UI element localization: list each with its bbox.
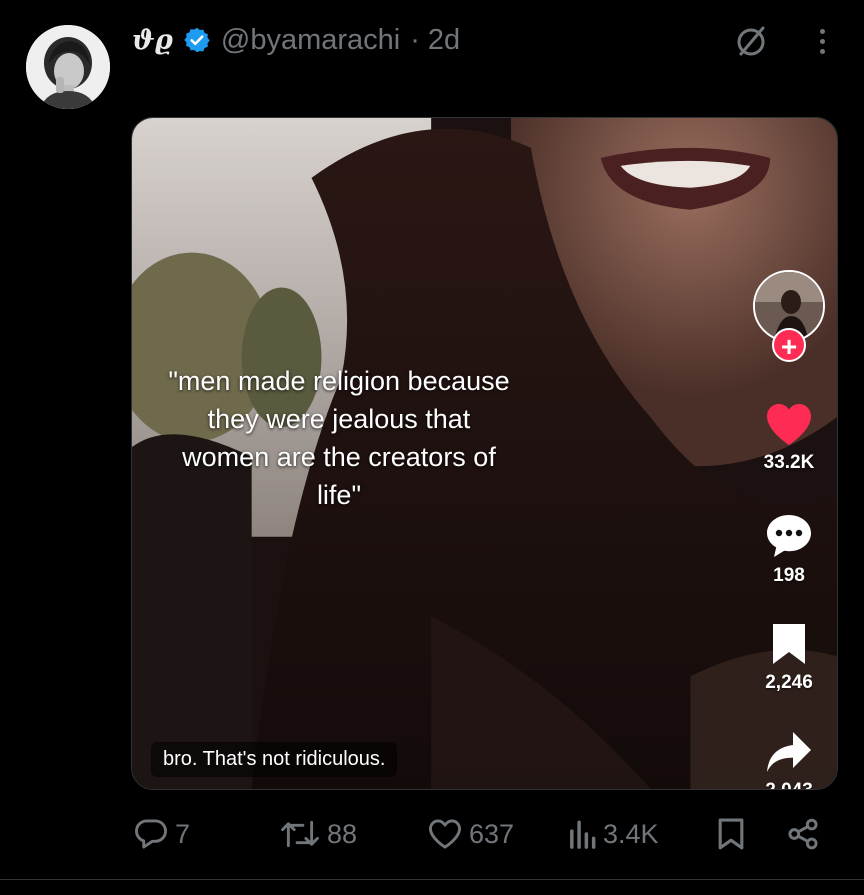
post-action-bar: 7 88 637 3.4K — [131, 812, 831, 856]
video-comment[interactable]: 198 — [742, 513, 836, 587]
post-divider — [0, 879, 864, 880]
views-button[interactable]: 3.4K — [567, 812, 659, 856]
post-header: ϑϱ @byamarachi · 2d — [132, 22, 460, 58]
reply-button[interactable]: 7 — [133, 812, 190, 856]
views-icon — [570, 820, 596, 849]
view-count: 3.4K — [603, 818, 659, 849]
video-like-count: 33.2K — [763, 452, 815, 473]
like-icon — [429, 819, 461, 849]
author-avatar[interactable] — [26, 25, 110, 109]
like-button[interactable]: 637 — [427, 812, 514, 856]
video-save-count: 2,246 — [765, 672, 813, 693]
video-save[interactable]: 2,246 — [742, 622, 836, 694]
comment-icon — [767, 515, 811, 557]
grok-icon[interactable] — [733, 23, 769, 59]
bookmark-button[interactable] — [717, 812, 745, 856]
share-button[interactable] — [787, 812, 819, 856]
display-name[interactable]: ϑϱ — [132, 25, 173, 56]
reply-count: 7 — [175, 818, 191, 849]
embedded-video[interactable]: "men made religion because they were jea… — [131, 117, 838, 790]
repost-icon — [281, 820, 319, 848]
timestamp[interactable]: · 2d — [410, 24, 460, 57]
video-subtitle: bro. That's not ridiculous. — [151, 742, 398, 777]
bookmark-icon — [773, 624, 805, 664]
video-comment-count: 198 — [773, 565, 805, 586]
heart-icon — [767, 404, 811, 445]
bookmark-outline-icon — [718, 818, 744, 850]
video-share[interactable]: 2,043 — [742, 730, 836, 789]
reply-icon — [135, 819, 167, 849]
video-share-count: 2,043 — [765, 780, 813, 789]
verified-badge-icon — [183, 26, 211, 54]
follow-plus-icon[interactable]: + — [772, 328, 806, 362]
video-like[interactable]: 33.2K — [742, 402, 836, 474]
handle[interactable]: @byamarachi — [221, 24, 400, 57]
share-icon — [767, 732, 811, 772]
repost-count: 88 — [327, 818, 358, 849]
video-caption: "men made religion because they were jea… — [168, 366, 510, 510]
share-outline-icon — [788, 818, 818, 850]
more-icon[interactable] — [808, 24, 836, 58]
like-count: 637 — [469, 818, 515, 849]
repost-button[interactable]: 88 — [279, 812, 357, 856]
